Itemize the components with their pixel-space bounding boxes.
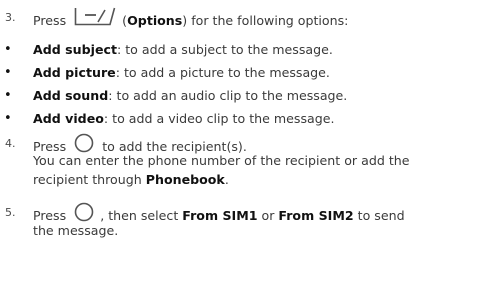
step-number: 5. bbox=[5, 206, 16, 219]
bullet-icon: • bbox=[4, 88, 12, 103]
step-5-detail: the message. bbox=[33, 223, 119, 238]
bullet-term: Add subject bbox=[33, 42, 117, 57]
bullet-desc: : to add an audio clip to the message. bbox=[108, 88, 348, 103]
options-softkey-icon bbox=[74, 6, 116, 31]
sim2-label: From SIM2 bbox=[278, 208, 354, 223]
step-text: Press bbox=[33, 13, 67, 28]
options-label: Options bbox=[127, 13, 183, 28]
phonebook-label: Phonebook bbox=[145, 172, 225, 187]
step-number: 3. bbox=[5, 11, 16, 24]
step-text-tail: to send bbox=[357, 208, 405, 223]
sim1-label: From SIM1 bbox=[182, 208, 258, 223]
bullet-desc: : to add a video clip to the message. bbox=[103, 111, 335, 126]
or-text: or bbox=[261, 208, 275, 223]
step-text-tail: for the following options: bbox=[191, 13, 349, 28]
bullet-term: Add sound bbox=[33, 88, 109, 103]
bullet-desc: : to add a subject to the message. bbox=[116, 42, 333, 57]
bullet-term: Add picture bbox=[33, 65, 116, 80]
step-number: 4. bbox=[5, 137, 16, 150]
bullet-icon: • bbox=[4, 111, 12, 126]
bullet-icon: • bbox=[4, 42, 12, 57]
step-text: Press bbox=[33, 208, 67, 223]
step-4-detail: You can enter the phone number of the re… bbox=[33, 153, 410, 168]
step-4-detail-pre: recipient through bbox=[33, 172, 142, 187]
bullet-desc: : to add a picture to the message. bbox=[115, 65, 330, 80]
step-text-mid: , then select bbox=[100, 208, 179, 223]
bullet-icon: • bbox=[4, 65, 12, 80]
period: . bbox=[224, 172, 229, 187]
bullet-term: Add video bbox=[33, 111, 104, 126]
